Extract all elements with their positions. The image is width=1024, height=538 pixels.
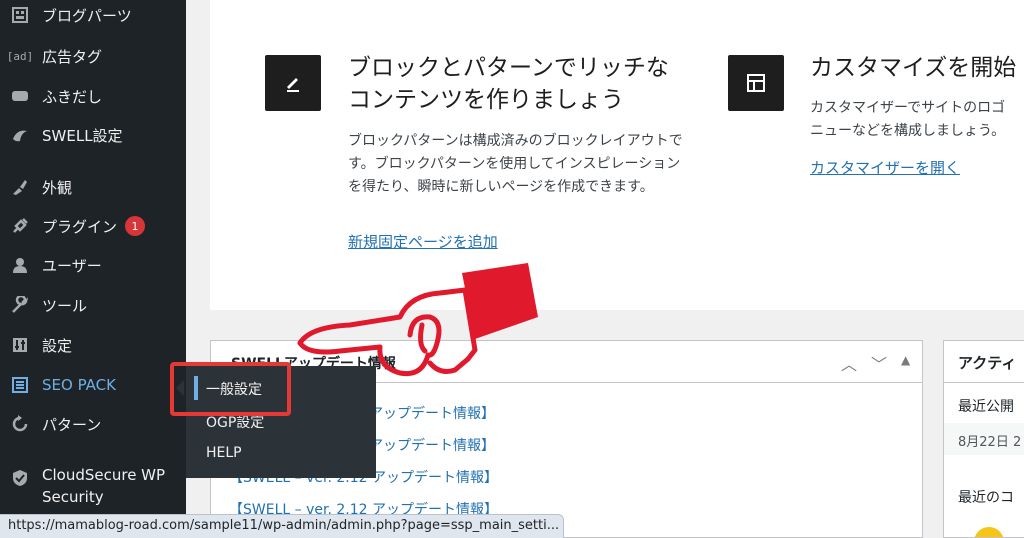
wrench-icon (10, 295, 30, 315)
sidebar-item-ad-tag[interactable]: [ad] 広告タグ (0, 37, 186, 75)
block-title-line1: ブロックとパターンでリッチな (348, 55, 669, 81)
submenu-item-help[interactable]: HELP (206, 445, 242, 461)
news-link[interactable]: アップデート情報】 (369, 435, 495, 455)
sidebar-item-label: 広告タグ (42, 47, 103, 66)
sidebar-item-settings[interactable]: 設定 (0, 326, 186, 364)
sidebar-item-label: 設定 (42, 336, 73, 355)
appearance-brush-icon (10, 177, 30, 197)
sidebar-item-label: 外観 (42, 178, 73, 197)
widget-title: アクティ (958, 354, 1017, 372)
block-pattern-description: ブロックパターンは構成済みのブロックレイアウトです。ブロックパターンを使用してイ… (348, 133, 683, 195)
customize-description: カスタマイザーでサイトのロゴ ニューなどを構成しましょう。 (810, 97, 1005, 143)
sidebar-item-label: ユーザー (42, 256, 102, 275)
recent-comments-heading: 最近のコ (958, 490, 1014, 506)
news-link[interactable]: アップデート情報】 (369, 403, 495, 423)
chevron-up-icon[interactable]: ︿ (841, 351, 857, 375)
block-pattern-title: ブロックとパターンでリッチな コンテンツを作りましょう (348, 52, 669, 116)
sidebar-item-label: ツール (42, 296, 88, 315)
customize-title: カスタマイズを開始 (810, 55, 1017, 81)
shield-check-icon (10, 468, 30, 488)
activity-widget: アクティ 最近公開 8月22日 2 最近のコ (943, 340, 1024, 538)
sidebar-item-appearance[interactable]: 外観 (0, 168, 186, 206)
sidebar-item-label: SWELL設定 (42, 126, 123, 145)
sidebar-item-label: パターン (42, 415, 102, 434)
browser-status-url: https://mamablog-road.com/sample11/wp-ad… (0, 514, 564, 538)
sidebar-item-cloudsecure[interactable]: CloudSecure WP Security (0, 464, 186, 512)
toggle-panel-icon[interactable]: ▲ (901, 353, 910, 367)
edit-pen-icon (265, 55, 321, 111)
pattern-refresh-icon (10, 414, 30, 434)
add-new-page-link[interactable]: 新規固定ページを追加 (348, 231, 498, 252)
list-icon (10, 375, 30, 395)
layout-icon (728, 55, 784, 111)
settings-sliders-icon (10, 335, 30, 355)
widget-header: アクティ (944, 341, 1024, 383)
plugin-update-badge: 1 (125, 216, 146, 236)
chevron-down-icon[interactable]: ﹀ (871, 351, 887, 375)
sidebar-item-seo-pack[interactable]: SEO PACK (0, 366, 186, 404)
sidebar-item-label: ブログパーツ (42, 6, 132, 25)
sidebar-item-label: SEO PACK (42, 376, 116, 394)
sidebar-item-tools[interactable]: ツール (0, 286, 186, 324)
customize-desc-line2: ニューなどを構成しましょう。 (810, 123, 1006, 139)
sidebar-item-label: CloudSecure WP Security (42, 466, 166, 506)
sidebar-item-blog-parts[interactable]: ブログパーツ (0, 0, 186, 34)
speech-bubble-icon (10, 86, 30, 106)
ad-tag-icon: [ad] (6, 49, 34, 63)
sidebar-item-fukidashi[interactable]: ふきだし (0, 77, 186, 115)
plugin-icon (10, 216, 30, 236)
open-customizer-link[interactable]: カスタマイザーを開く (810, 157, 960, 178)
sidebar-item-swell-settings[interactable]: SWELL設定 (0, 116, 186, 154)
highlight-frame (170, 362, 291, 416)
swell-icon (10, 125, 30, 145)
blog-parts-icon (10, 5, 30, 25)
admin-sidebar: ブログパーツ [ad] 広告タグ ふきだし SWELL設定 外観 プラグイン 1… (0, 0, 186, 538)
sidebar-item-plugins[interactable]: プラグイン 1 (0, 207, 186, 245)
customize-desc-line1: カスタマイザーでサイトのロゴ (810, 100, 1006, 116)
sidebar-item-patterns[interactable]: パターン (0, 405, 186, 443)
avatar (974, 527, 1004, 537)
activity-date: 8月22日 2 (958, 435, 1022, 450)
sidebar-item-label: プラグイン (42, 217, 118, 236)
block-title-line2: コンテンツを作りましょう (348, 87, 624, 113)
user-icon (10, 255, 30, 275)
pointing-hand-icon (297, 263, 538, 377)
recent-published-heading: 最近公開 (958, 399, 1014, 415)
sidebar-item-label: ふきだし (42, 87, 103, 106)
sidebar-item-users[interactable]: ユーザー (0, 246, 186, 284)
